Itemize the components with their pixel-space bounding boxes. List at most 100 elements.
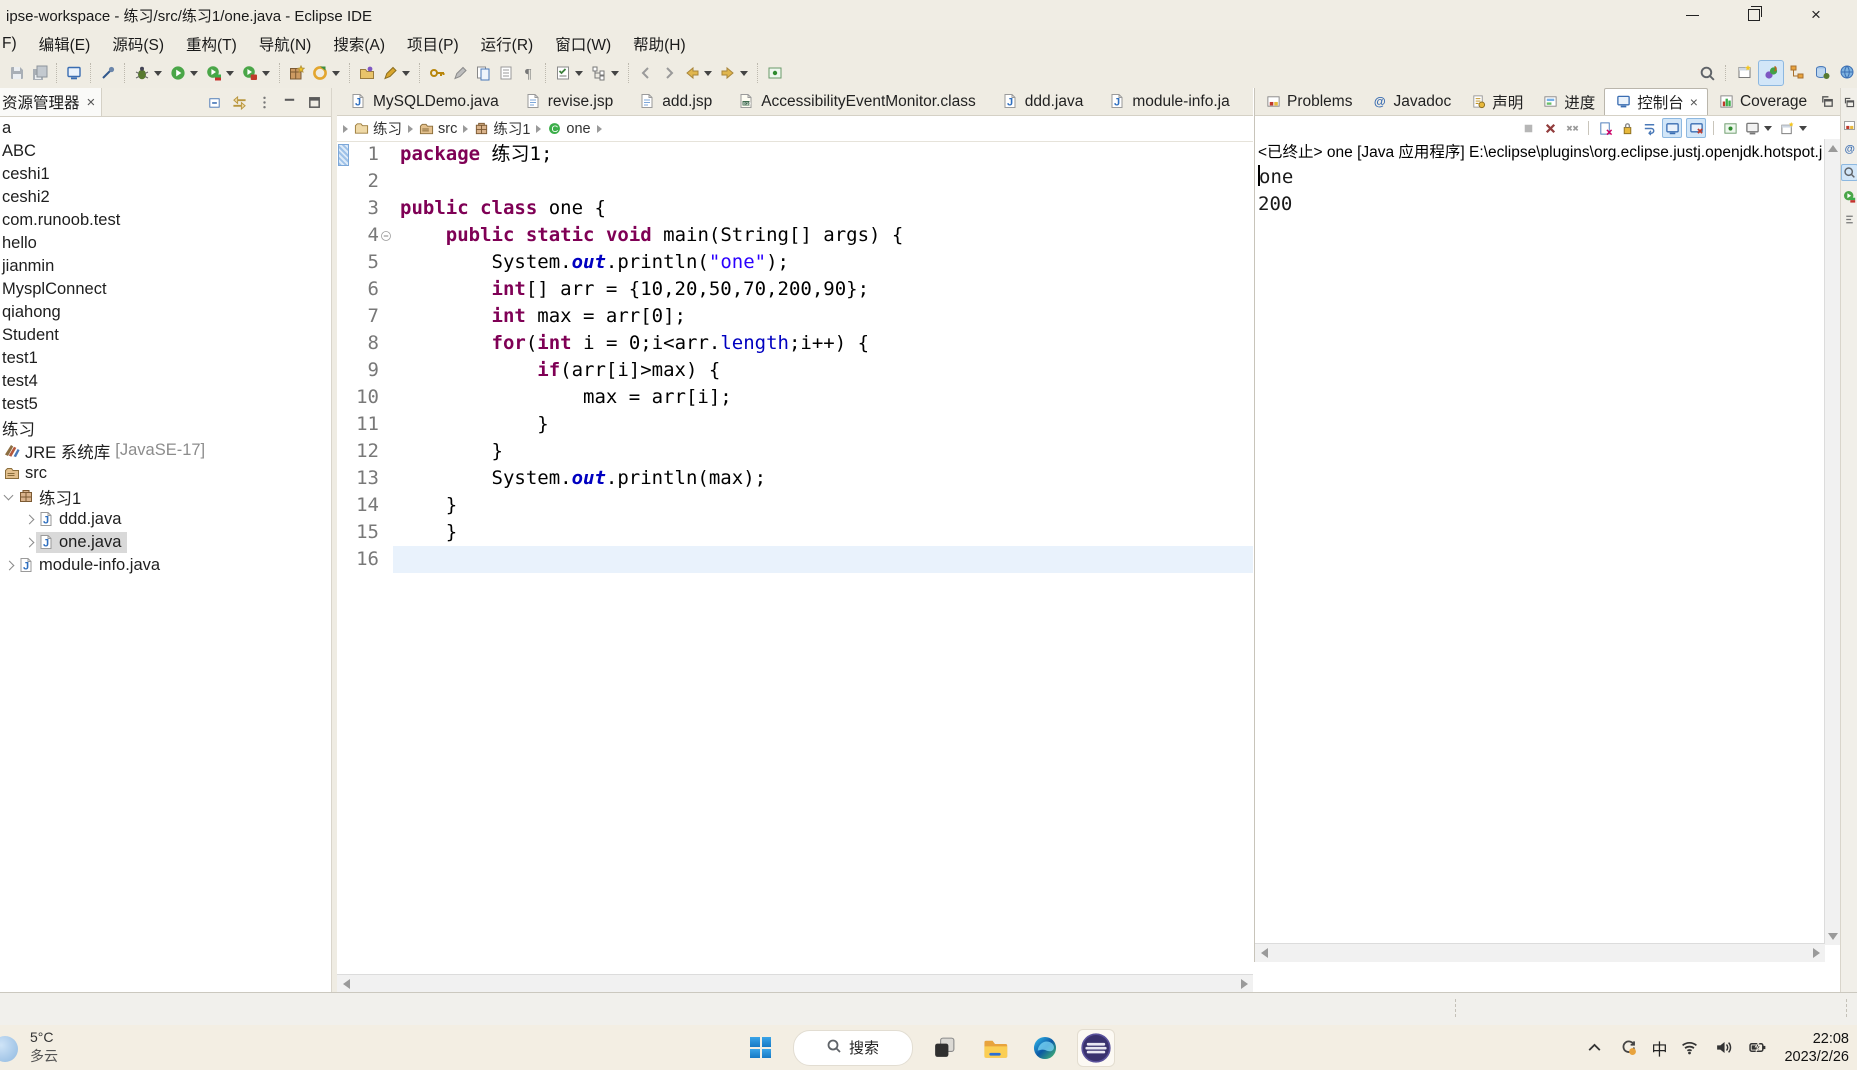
dropdown-caret-icon[interactable] bbox=[190, 70, 198, 76]
tree-item-mysplconnect[interactable]: MysplConnect bbox=[0, 278, 331, 301]
editor-tab-mysqldemojava[interactable]: J MySQLDemo.java bbox=[337, 88, 512, 115]
javadoc-mini-icon[interactable]: @ bbox=[1842, 141, 1857, 156]
tray-chevron-up-icon[interactable] bbox=[1585, 1038, 1604, 1057]
breadcrumb-arrow-icon[interactable] bbox=[536, 124, 542, 133]
tab-[interactable]: 控制台 × bbox=[1604, 88, 1708, 115]
tree-item-moduleinfojava[interactable]: Jmodule-info.java bbox=[0, 554, 331, 577]
save-all-icon[interactable] bbox=[30, 64, 49, 83]
debug-perspective-icon[interactable] bbox=[1810, 60, 1834, 84]
back-gold-icon[interactable] bbox=[682, 64, 701, 83]
dropdown-caret-icon[interactable] bbox=[226, 70, 234, 76]
debug-icon[interactable] bbox=[132, 64, 151, 83]
menu-item-r[interactable]: 运行(R) bbox=[470, 31, 545, 57]
new-java-project-icon[interactable] bbox=[287, 64, 306, 83]
globe-perspective-icon[interactable] bbox=[1835, 60, 1857, 84]
chevron-right-icon[interactable] bbox=[22, 513, 36, 527]
console-hscrollbar[interactable] bbox=[1255, 943, 1825, 962]
problems-mini-icon[interactable] bbox=[1842, 118, 1857, 133]
editor-tab-moduleinfoja[interactable]: Jmodule-info.ja bbox=[1096, 88, 1242, 115]
code-area[interactable]: 1 package 练习1; 2 3 public class one {4 publi… bbox=[337, 141, 1253, 975]
editor-hscrollbar[interactable] bbox=[337, 974, 1253, 993]
dropdown-caret-icon[interactable] bbox=[1764, 125, 1772, 131]
tab-[interactable]: 声明 bbox=[1460, 89, 1532, 115]
show-stderr-icon[interactable] bbox=[1686, 118, 1706, 138]
tree-item-ceshi1[interactable]: ceshi1 bbox=[0, 163, 331, 186]
remove-launch-icon[interactable] bbox=[1541, 119, 1559, 137]
close-view-icon[interactable]: × bbox=[1690, 94, 1698, 110]
editor-tab-revisejsp[interactable]: revise.jsp bbox=[512, 88, 626, 115]
battery-icon[interactable] bbox=[1748, 1038, 1767, 1057]
scroll-left-icon[interactable] bbox=[1257, 946, 1271, 960]
tree-item-qiahong[interactable]: qiahong bbox=[0, 301, 331, 324]
restore-panel-icon[interactable] bbox=[1842, 95, 1857, 110]
ime-indicator[interactable]: 中 bbox=[1651, 1036, 1667, 1060]
editor-tab-accessibilityeventmonitorclass[interactable]: 010 AccessibilityEventMonitor.class bbox=[725, 88, 989, 115]
annotate-icon[interactable] bbox=[380, 64, 399, 83]
tree-item-test4[interactable]: test4 bbox=[0, 370, 331, 393]
terminate-icon[interactable] bbox=[1519, 119, 1537, 137]
editor-tab-addjsp[interactable]: add.jsp bbox=[626, 88, 725, 115]
breadcrumb-arrow-icon[interactable] bbox=[596, 124, 602, 133]
menu-item-n[interactable]: 导航(N) bbox=[248, 31, 323, 57]
dropdown-caret-icon[interactable] bbox=[402, 70, 410, 76]
console-monitor-icon[interactable] bbox=[64, 64, 83, 83]
task-view-button[interactable] bbox=[927, 1030, 963, 1066]
dropdown-caret-icon[interactable] bbox=[611, 70, 619, 76]
tree-item-jre[interactable]: JRE 系统库 [JavaSE-17] bbox=[0, 439, 331, 462]
scroll-up-icon[interactable] bbox=[1826, 141, 1840, 155]
dropdown-caret-icon[interactable] bbox=[1799, 125, 1807, 131]
link-with-editor-icon[interactable] bbox=[230, 93, 249, 112]
dropdown-caret-icon[interactable] bbox=[740, 70, 748, 76]
dropdown-caret-icon[interactable] bbox=[262, 70, 270, 76]
tree-item-comrunoobtest[interactable]: com.runoob.test bbox=[0, 209, 331, 232]
display-console-icon[interactable] bbox=[1743, 119, 1761, 137]
eclipse-button[interactable] bbox=[1076, 1028, 1115, 1067]
pilcrow-icon[interactable]: ¶ bbox=[519, 64, 538, 83]
breadcrumb-arrow-icon[interactable] bbox=[463, 124, 469, 133]
outline-mini-icon[interactable] bbox=[1842, 212, 1857, 227]
close-button[interactable]: × bbox=[1785, 0, 1847, 30]
coverage-mini-icon[interactable] bbox=[1842, 189, 1857, 204]
tree-item-1[interactable]: 练习1 bbox=[0, 485, 331, 508]
menu-item-f[interactable]: F) bbox=[0, 33, 28, 55]
java-perspective-icon[interactable] bbox=[1758, 60, 1784, 86]
fwd-gold-icon[interactable] bbox=[718, 64, 737, 83]
search-icon[interactable] bbox=[1699, 64, 1716, 83]
weather-widget[interactable]: 5°C 多云 bbox=[0, 1028, 58, 1066]
tab-package-explorer[interactable]: 资源管理器 × bbox=[0, 88, 103, 116]
nav-fwd-thin-icon[interactable] bbox=[659, 64, 678, 83]
breadcrumb-arrow-icon[interactable] bbox=[408, 124, 413, 133]
open-resource-icon[interactable] bbox=[357, 64, 376, 83]
breadcrumb-item-src[interactable]: src bbox=[419, 121, 457, 137]
scroll-right-icon[interactable] bbox=[1237, 977, 1251, 991]
tree-item-ceshi2[interactable]: ceshi2 bbox=[0, 186, 331, 209]
copy-doc-icon[interactable] bbox=[473, 64, 492, 83]
dropdown-caret-icon[interactable] bbox=[704, 70, 712, 76]
open-console-icon[interactable] bbox=[1778, 119, 1796, 137]
editor-tab-dddjava[interactable]: Jddd.java bbox=[989, 88, 1097, 115]
edge-button[interactable] bbox=[1027, 1030, 1063, 1066]
maximize-icon[interactable] bbox=[305, 93, 324, 112]
show-stdout-icon[interactable] bbox=[1662, 118, 1682, 138]
console-output[interactable]: one 200 bbox=[1255, 164, 1825, 945]
clock[interactable]: 22:08 2023/2/26 bbox=[1784, 1030, 1849, 1066]
new-wizard-icon[interactable] bbox=[310, 64, 329, 83]
menu-item-s[interactable]: 源码(S) bbox=[101, 31, 175, 57]
chevron-down-icon[interactable] bbox=[2, 490, 16, 504]
file-explorer-button[interactable] bbox=[977, 1030, 1013, 1066]
pen-grey-icon[interactable] bbox=[450, 64, 469, 83]
wifi-icon[interactable] bbox=[1680, 1038, 1699, 1057]
tab-problems[interactable]: Problems bbox=[1255, 89, 1361, 115]
minimize-icon[interactable] bbox=[280, 93, 299, 112]
scroll-down-icon[interactable] bbox=[1826, 929, 1840, 943]
tree-item-jianmin[interactable]: jianmin bbox=[0, 255, 331, 278]
restore-panel-icon[interactable] bbox=[1818, 92, 1837, 111]
checklist-icon[interactable] bbox=[553, 64, 572, 83]
chevron-right-icon[interactable] bbox=[2, 559, 16, 573]
dropdown-caret-icon[interactable] bbox=[575, 70, 583, 76]
view-menu-icon[interactable] bbox=[255, 93, 274, 112]
scroll-lock-icon[interactable] bbox=[1618, 119, 1636, 137]
tree-item-hello[interactable]: hello bbox=[0, 232, 331, 255]
profile-icon[interactable] bbox=[240, 64, 259, 83]
restore-button[interactable] bbox=[1723, 0, 1785, 30]
